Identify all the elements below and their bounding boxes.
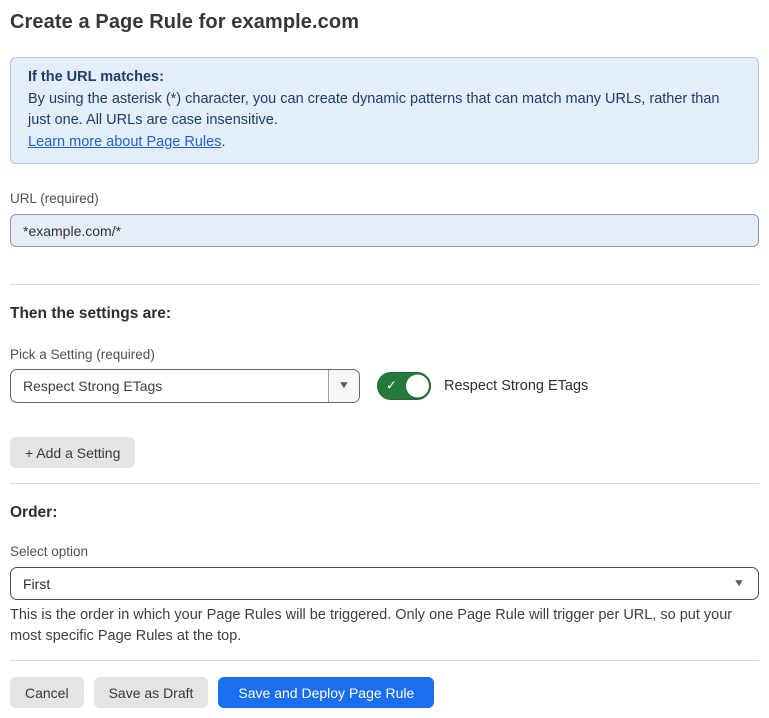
save-draft-button[interactable]: Save as Draft: [94, 677, 209, 708]
order-select-label: Select option: [10, 544, 759, 560]
info-box-body: By using the asterisk (*) character, you…: [28, 89, 741, 132]
page-title: Create a Page Rule for example.com: [10, 10, 759, 34]
page-rule-form: Create a Page Rule for example.com If th…: [0, 10, 769, 708]
info-box-heading: If the URL matches:: [28, 67, 741, 89]
info-box-link-line: Learn more about Page Rules.: [28, 132, 741, 154]
url-field-label: URL (required): [10, 191, 759, 207]
chevron-down-icon: ▼: [733, 579, 746, 589]
check-icon: ✓: [386, 378, 397, 394]
order-help-text: This is the order in which your Page Rul…: [10, 605, 755, 647]
setting-toggle[interactable]: ✓: [377, 372, 431, 400]
section-divider: [10, 284, 759, 285]
order-select[interactable]: First ▼: [10, 567, 759, 600]
url-match-info-box: If the URL matches: By using the asteris…: [10, 57, 759, 164]
order-heading: Order:: [10, 503, 759, 522]
chevron-down-icon: ▼: [338, 381, 351, 391]
cancel-button[interactable]: Cancel: [10, 677, 84, 708]
url-input[interactable]: [10, 214, 759, 247]
link-suffix: .: [221, 134, 225, 150]
setting-row: Respect Strong ETags ▼ ✓ Respect Strong …: [10, 369, 759, 403]
footer-divider: [10, 660, 759, 661]
setting-select[interactable]: Respect Strong ETags ▼: [10, 369, 360, 403]
toggle-label: Respect Strong ETags: [444, 378, 588, 394]
section-divider: [10, 483, 759, 484]
setting-select-arrow-button[interactable]: ▼: [328, 370, 359, 402]
add-setting-button[interactable]: + Add a Setting: [10, 437, 135, 468]
settings-heading: Then the settings are:: [10, 304, 759, 323]
learn-more-link[interactable]: Learn more about Page Rules: [28, 134, 221, 150]
action-buttons: Cancel Save as Draft Save and Deploy Pag…: [10, 677, 759, 708]
setting-select-value: Respect Strong ETags: [11, 370, 328, 402]
toggle-knob: [406, 375, 429, 398]
order-select-value: First: [23, 576, 734, 592]
save-deploy-button[interactable]: Save and Deploy Page Rule: [218, 677, 434, 708]
pick-setting-label: Pick a Setting (required): [10, 347, 759, 363]
